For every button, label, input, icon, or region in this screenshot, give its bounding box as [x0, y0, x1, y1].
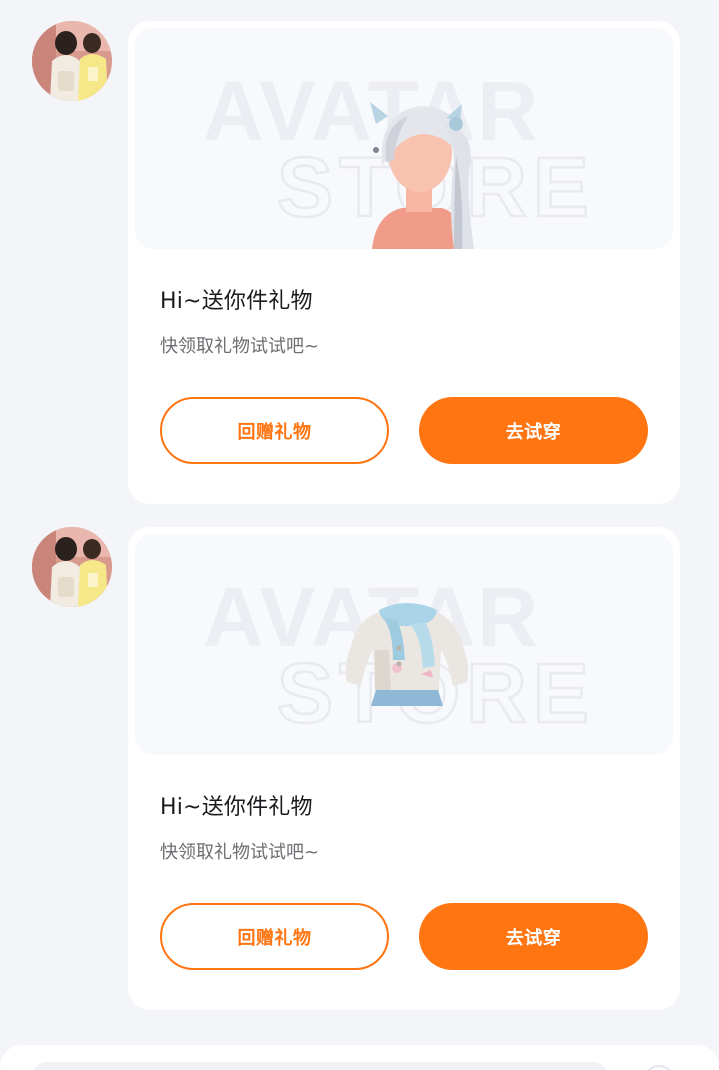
return-gift-button[interactable]: 回赠礼物: [160, 903, 389, 970]
gift-card: AVATAR STORE Hi~送你件礼物 快领取礼物试试吧~ 回赠礼物 去试穿: [128, 21, 680, 504]
next-card-partial: [0, 1045, 719, 1070]
sender-avatar[interactable]: [32, 527, 112, 607]
gift-subtitle: 快领取礼物试试吧~: [160, 336, 320, 357]
try-on-button[interactable]: 去试穿: [419, 903, 648, 970]
chat-page: AVATAR STORE Hi~送你件礼物 快领取礼物试试吧~ 回赠礼物 去试穿…: [0, 0, 719, 1070]
item-preview[interactable]: AVATAR STORE: [135, 534, 673, 755]
gift-subtitle: 快领取礼物试试吧~: [160, 842, 320, 863]
return-gift-button[interactable]: 回赠礼物: [160, 397, 389, 464]
hair-twintails-icon: [370, 102, 474, 249]
try-on-button[interactable]: 去试穿: [419, 397, 648, 464]
jacket-scarf-icon: [345, 603, 469, 706]
gift-card: AVATAR STORE Hi~送你件礼物 快领取礼物试试吧~: [128, 527, 680, 1010]
gift-title: Hi~送你件礼物: [160, 795, 313, 820]
sender-avatar[interactable]: [32, 21, 112, 101]
avatar-photo-icon: [32, 527, 112, 607]
gift-title: Hi~送你件礼物: [160, 289, 313, 314]
next-card-icon: [644, 1065, 674, 1070]
next-card-bar: [32, 1062, 608, 1070]
item-preview[interactable]: AVATAR STORE: [135, 28, 673, 249]
avatar-photo-icon: [32, 21, 112, 101]
